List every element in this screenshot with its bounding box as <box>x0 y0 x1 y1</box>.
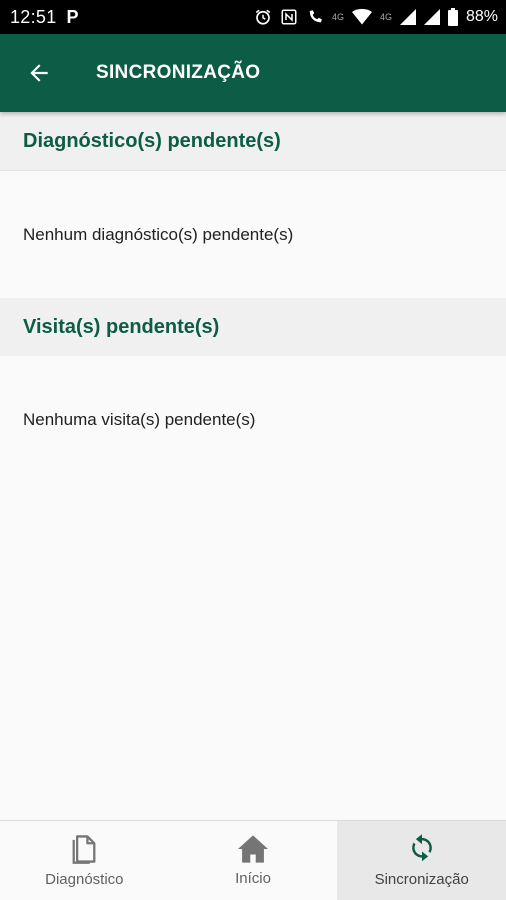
page-title: SINCRONIZAÇÃO <box>96 62 261 83</box>
section-header-diagnostics: Diagnóstico(s) pendente(s) <box>0 112 506 170</box>
nav-item-inicio[interactable]: Início <box>169 821 338 900</box>
section-title: Visita(s) pendente(s) <box>23 315 220 338</box>
document-icon <box>72 835 96 864</box>
signal-icon-2 <box>423 9 440 25</box>
home-icon <box>238 835 268 863</box>
parking-icon: P <box>66 6 79 27</box>
section-body-visits: Nenhuma visita(s) pendente(s) <box>0 356 506 483</box>
volte-call-icon <box>306 8 324 26</box>
section-title: Diagnóstico(s) pendente(s) <box>23 129 281 152</box>
network-type-label-2: 4G <box>379 12 392 22</box>
back-button[interactable] <box>8 34 70 112</box>
nfc-icon <box>280 8 298 26</box>
battery-percent: 88% <box>465 8 498 25</box>
nav-label: Diagnóstico <box>45 871 124 888</box>
network-type-label: 4G <box>331 12 344 22</box>
status-time: 12:51 <box>10 6 57 27</box>
arrow-left-icon <box>30 64 48 82</box>
status-bar: 12:51 P 4G 4G 88% <box>0 0 506 34</box>
battery-icon <box>447 8 458 26</box>
nav-item-sincronizacao[interactable]: Sincronização <box>337 821 506 900</box>
bottom-nav: Diagnóstico Início Sincronização <box>0 820 506 900</box>
sync-icon <box>411 834 432 862</box>
signal-icon <box>399 9 416 25</box>
wifi-icon <box>351 8 372 26</box>
app-bar: SINCRONIZAÇÃO <box>0 34 506 112</box>
alarm-icon <box>254 8 272 26</box>
section-body-diagnostics: Nenhum diagnóstico(s) pendente(s) <box>0 171 506 298</box>
nav-item-diagnostico[interactable]: Diagnóstico <box>0 821 169 900</box>
section-header-visits: Visita(s) pendente(s) <box>0 298 506 356</box>
sync-content: Diagnóstico(s) pendente(s) Nenhum diagnó… <box>0 112 506 820</box>
nav-label: Sincronização <box>374 871 469 888</box>
nav-label: Início <box>235 870 271 887</box>
empty-message: Nenhuma visita(s) pendente(s) <box>23 409 256 429</box>
empty-message: Nenhum diagnóstico(s) pendente(s) <box>23 224 294 244</box>
